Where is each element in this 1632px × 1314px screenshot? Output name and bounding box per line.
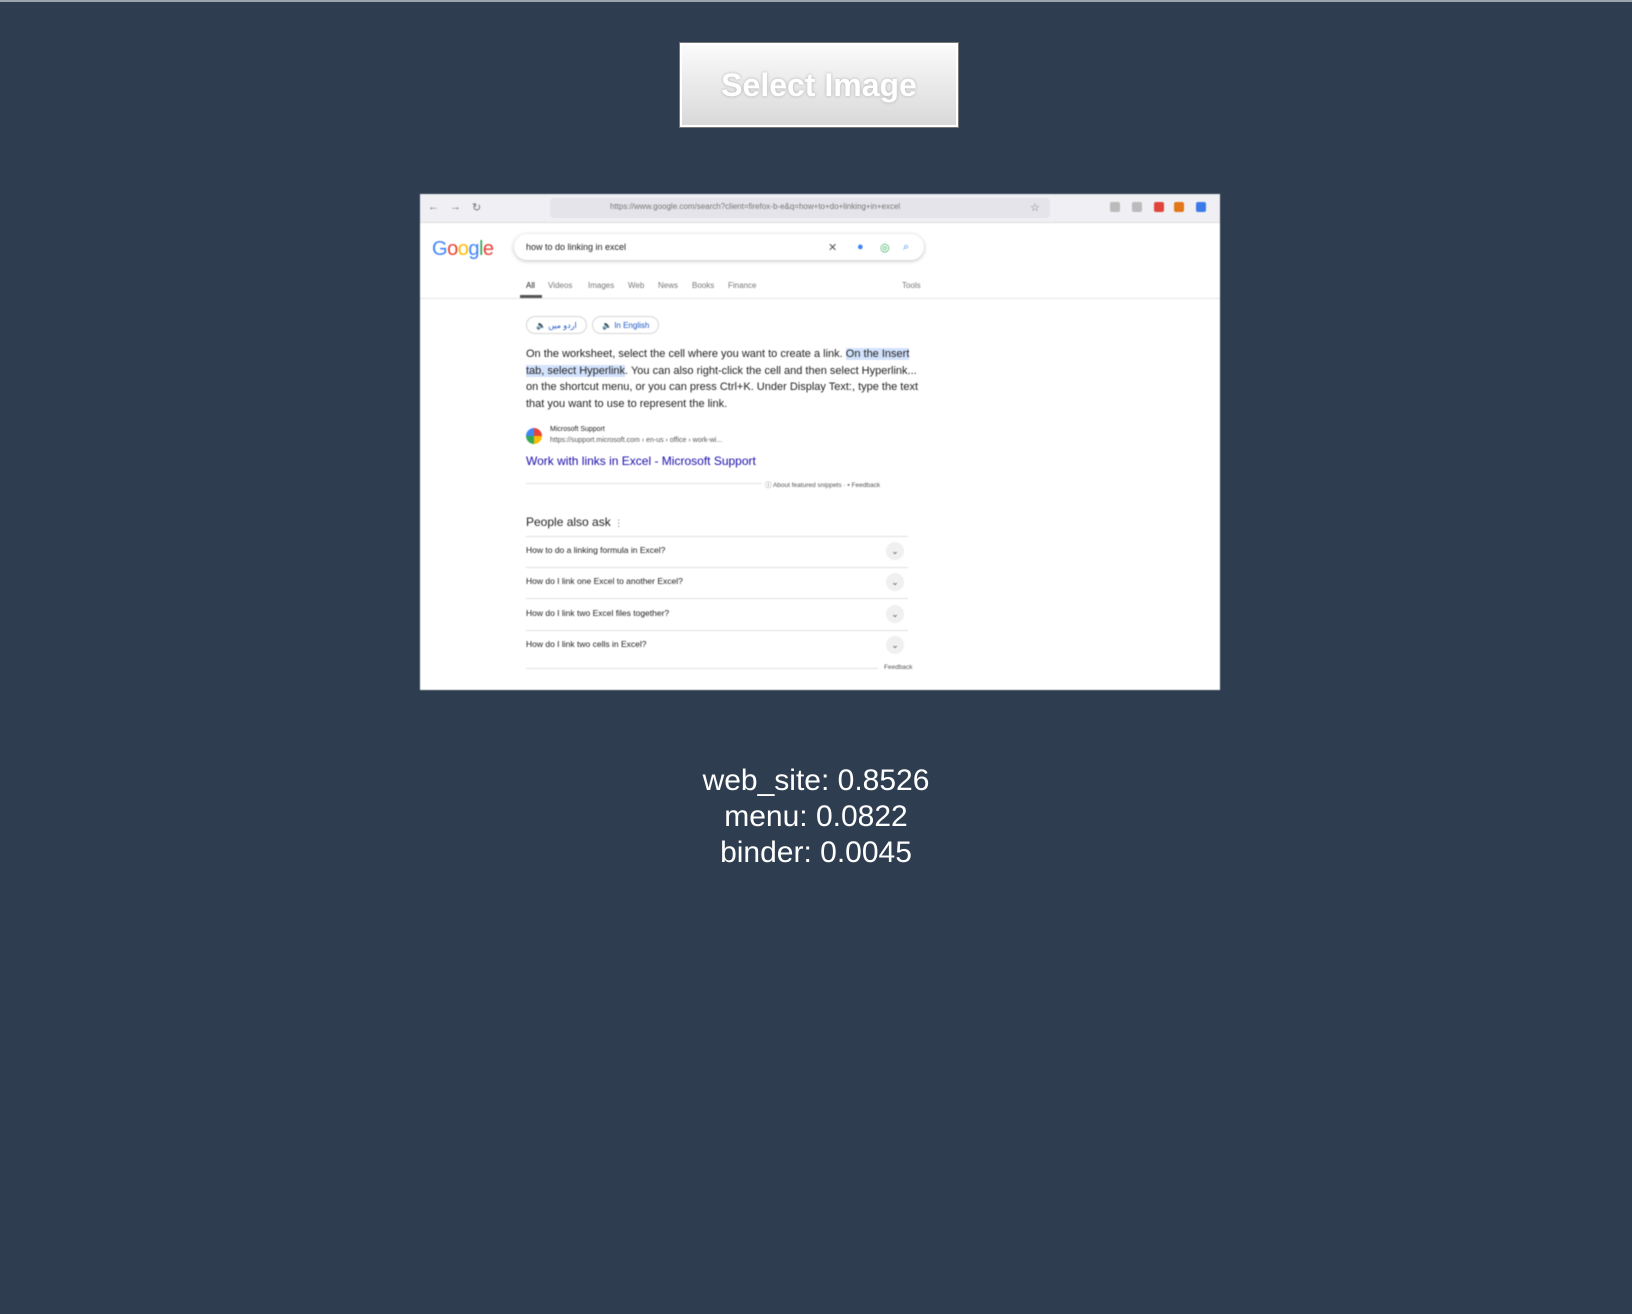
metamask-icon (1174, 202, 1184, 212)
google-logo: Google (432, 238, 494, 260)
search-query: how to do linking in excel (526, 242, 627, 252)
divider (526, 668, 878, 669)
divider (526, 536, 908, 537)
chevron-down-icon: ⌄ (886, 573, 904, 591)
speaker-icon: 🔈 (602, 320, 615, 330)
paa-question: How do I link two cells in Excel? (526, 639, 647, 649)
shield-icon (1110, 202, 1120, 212)
chevron-down-icon: ⌄ (886, 636, 904, 654)
chevron-down-icon: ⌄ (886, 542, 904, 560)
divider (526, 630, 908, 631)
language-chip: 🔈 اردو میں (526, 316, 587, 334)
tab-tools: Tools (902, 281, 921, 290)
speaker-icon: 🔈 (536, 320, 549, 330)
arrow-right-icon: → (450, 201, 461, 213)
tab-finance: Finance (728, 281, 757, 290)
divider (526, 483, 762, 484)
star-icon: ☆ (1030, 202, 1040, 214)
tab-videos: Videos (548, 281, 573, 290)
prediction-results: web_site: 0.8526 menu: 0.0822 binder: 0.… (0, 763, 1632, 871)
microsoft-favicon (526, 428, 542, 444)
result-link: Work with links in Excel - Microsoft Sup… (526, 454, 756, 468)
clear-icon: ✕ (828, 242, 838, 254)
extension-icon (1196, 202, 1206, 212)
prediction-line: binder: 0.0045 (720, 836, 912, 869)
paa-question: How do I link one Excel to another Excel… (526, 576, 683, 586)
language-chip: 🔈 In English (592, 316, 660, 334)
tabs-divider (420, 298, 1220, 299)
mic-icon: ● (857, 241, 864, 253)
divider (526, 598, 908, 599)
extension-icon (1154, 202, 1164, 212)
about-snippets: ⓘ About featured snippets · ▪ Feedback (765, 482, 881, 489)
tab-books: Books (692, 281, 715, 290)
prediction-line: menu: 0.0822 (724, 800, 908, 833)
divider (526, 567, 908, 568)
more-icon: ⋮ (614, 518, 624, 528)
download-icon (1132, 202, 1142, 212)
arrow-left-icon: ← (428, 201, 439, 213)
reload-icon: ↻ (472, 202, 482, 214)
tab-images: Images (588, 281, 615, 290)
tab-news: News (658, 281, 679, 290)
paa-question: How to do a linking formula in Excel? (526, 545, 666, 555)
source-name: Microsoft Support (550, 426, 605, 433)
prediction-line: web_site: 0.8526 (702, 764, 930, 797)
address-url: https://www.google.com/search?client=fir… (610, 202, 901, 211)
search-icon: ⌕ (903, 241, 910, 253)
source-url: https://support.microsoft.com › en-us › … (550, 437, 723, 444)
chevron-down-icon: ⌄ (886, 605, 904, 623)
info-icon: ⓘ (765, 482, 773, 489)
tab-all: All (526, 281, 535, 290)
people-also-ask-heading: People also ask ⋮ (526, 515, 624, 529)
tab-web: Web (628, 281, 645, 290)
preview-image: ← → ↻ https://www.google.com/search?clie… (420, 194, 1220, 690)
select-image-button[interactable]: Select Image (679, 42, 959, 128)
featured-snippet: On the worksheet, select the cell where … (526, 348, 919, 410)
lens-icon: ◎ (880, 242, 890, 254)
paa-feedback: Feedback (884, 664, 913, 671)
paa-question: How do I link two Excel files together? (526, 608, 670, 618)
